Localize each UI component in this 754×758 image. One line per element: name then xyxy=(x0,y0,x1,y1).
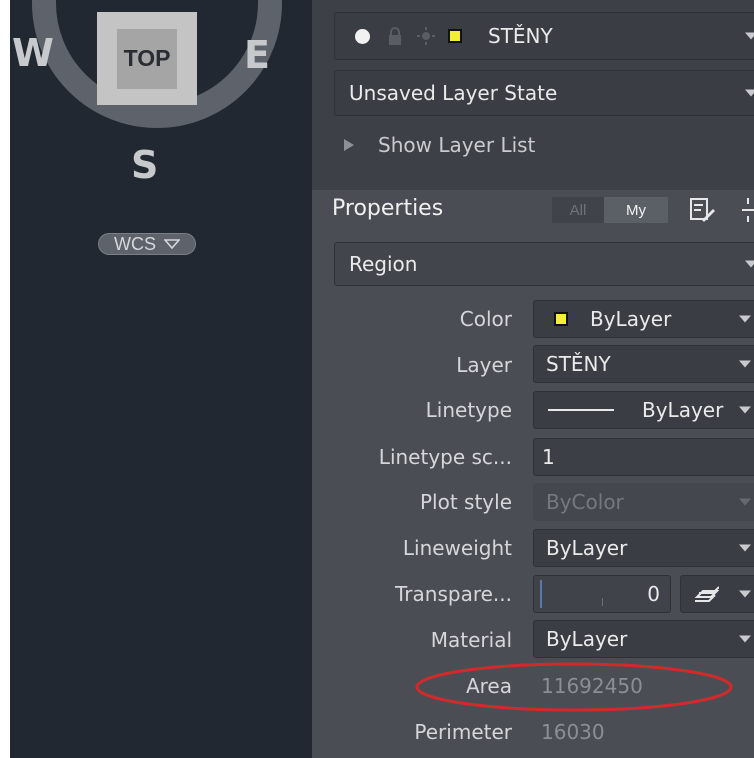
perimeter-value: 16030 xyxy=(541,720,605,744)
bulb-icon[interactable] xyxy=(355,28,370,44)
layers-icon xyxy=(694,586,719,602)
show-layer-list-toggle[interactable]: Show Layer List xyxy=(342,130,535,160)
linetype-preview xyxy=(548,409,614,411)
sun-icon[interactable] xyxy=(416,26,436,46)
slider-tick xyxy=(602,598,603,606)
chevron-down-icon xyxy=(745,260,754,268)
slider-track[interactable] xyxy=(540,580,542,608)
layer-color-swatch xyxy=(448,29,462,43)
drawing-viewport[interactable]: W E S TOP WCS xyxy=(10,0,312,758)
perimeter-readout: 16030 xyxy=(533,713,754,751)
transparency-value: 0 xyxy=(647,582,660,606)
show-layer-list-label: Show Layer List xyxy=(378,133,536,157)
color-swatch xyxy=(554,312,568,326)
transparency-bylayer-button[interactable] xyxy=(680,575,754,613)
linetype-value: ByLayer xyxy=(642,398,724,422)
layer-dropdown[interactable]: STĚNY xyxy=(533,345,754,383)
chevron-down-icon xyxy=(739,590,751,598)
layer-value: STĚNY xyxy=(546,352,611,376)
chevron-right-icon xyxy=(344,139,354,151)
filter-my-button[interactable]: My xyxy=(604,197,668,223)
color-label: Color xyxy=(459,307,512,331)
properties-palette: STĚNY Unsaved Layer State Show Layer Lis… xyxy=(312,0,754,758)
material-label: Material xyxy=(430,628,512,652)
linetype-scale-value: 1 xyxy=(542,445,555,469)
object-type-label: Region xyxy=(349,252,418,276)
viewcube-top-face[interactable]: TOP xyxy=(117,28,177,89)
chevron-down-icon xyxy=(739,635,751,643)
compass-south[interactable]: S xyxy=(131,146,158,184)
viewcube[interactable]: TOP xyxy=(97,12,197,105)
color-dropdown[interactable]: ByLayer xyxy=(533,300,754,338)
linetype-scale-input[interactable]: 1 xyxy=(533,438,754,476)
plot-style-value: ByColor xyxy=(546,490,624,514)
lineweight-label: Lineweight xyxy=(402,536,512,560)
linetype-label: Linetype xyxy=(425,398,512,422)
object-type-dropdown[interactable]: Region xyxy=(334,242,754,286)
perimeter-label: Perimeter xyxy=(414,720,512,744)
chevron-down-icon xyxy=(745,89,754,97)
layer-label: Layer xyxy=(456,353,512,377)
chevron-down-icon xyxy=(745,32,754,40)
layer-state-label: Unsaved Layer State xyxy=(349,81,558,105)
material-dropdown[interactable]: ByLayer xyxy=(533,620,754,658)
compass-east[interactable]: E xyxy=(244,36,270,74)
current-layer-dropdown[interactable]: STĚNY xyxy=(334,12,754,60)
chevron-down-icon xyxy=(164,239,180,249)
chevron-down-icon xyxy=(739,406,751,414)
chevron-down-icon xyxy=(739,498,751,506)
lock-icon[interactable] xyxy=(386,26,404,46)
compass-west[interactable]: W xyxy=(12,34,54,72)
plot-style-dropdown: ByColor xyxy=(533,483,754,521)
chevron-down-icon xyxy=(739,544,751,552)
chevron-down-icon xyxy=(739,360,751,368)
expand-icon[interactable] xyxy=(740,196,754,224)
chevron-down-icon xyxy=(739,315,751,323)
linetype-dropdown[interactable]: ByLayer xyxy=(533,391,754,429)
linetype-scale-label: Linetype sc... xyxy=(378,445,512,469)
lineweight-value: ByLayer xyxy=(546,536,628,560)
lineweight-dropdown[interactable]: ByLayer xyxy=(533,529,754,567)
layer-state-dropdown[interactable]: Unsaved Layer State xyxy=(334,70,754,116)
edit-icon[interactable] xyxy=(688,196,716,224)
transparency-label: Transpare... xyxy=(395,582,512,606)
properties-title: Properties xyxy=(332,196,444,221)
layers-section: STĚNY Unsaved Layer State Show Layer Lis… xyxy=(312,0,754,190)
ucs-label: WCS xyxy=(114,233,156,254)
transparency-slider[interactable]: 0 xyxy=(533,575,671,613)
plot-style-label: Plot style xyxy=(419,490,512,514)
material-value: ByLayer xyxy=(546,627,628,651)
color-value: ByLayer xyxy=(590,307,672,331)
filter-all-button[interactable]: All xyxy=(552,197,604,223)
annotation-ellipse xyxy=(415,662,733,712)
ucs-menu[interactable]: WCS xyxy=(98,233,196,255)
current-layer-name: STĚNY xyxy=(488,24,553,48)
